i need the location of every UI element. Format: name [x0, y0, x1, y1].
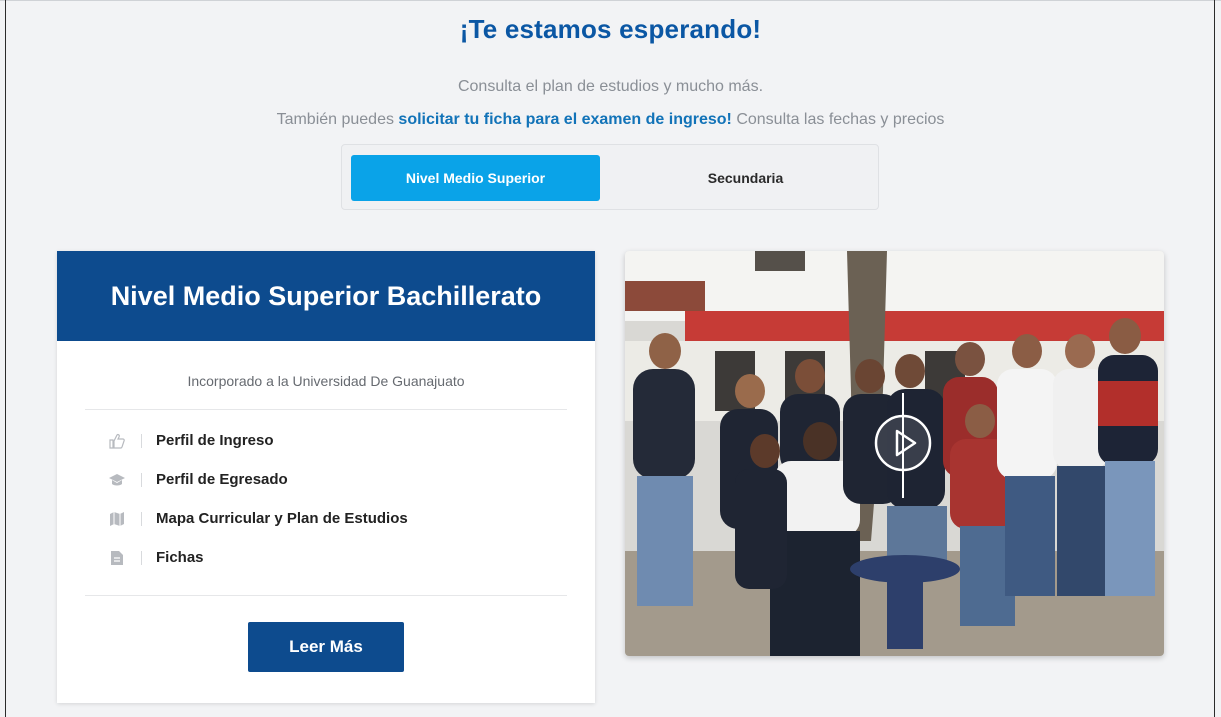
menu-item-label: Perfil de Ingreso [156, 432, 274, 449]
page-heading: ¡Te estamos esperando! [459, 14, 762, 44]
request-ficha-link[interactable]: solicitar tu ficha para el examen de ing… [398, 111, 731, 128]
divider-top [85, 409, 567, 410]
menu-item-fichas[interactable]: Fichas [107, 538, 547, 577]
map-icon [107, 509, 127, 529]
read-more-button[interactable]: Leer Más [248, 622, 404, 672]
thumbs-up-icon [107, 431, 127, 451]
separator [141, 472, 142, 487]
separator [141, 550, 142, 565]
menu-item-label: Perfil de Egresado [156, 471, 288, 488]
tab-secundaria[interactable]: Secundaria [621, 155, 870, 201]
divider-bottom [85, 595, 567, 596]
separator [141, 511, 142, 526]
graduation-cap-icon [107, 470, 127, 490]
intro-line-2-before: También puedes [276, 111, 399, 128]
right-border [1214, 0, 1215, 717]
level-tabs: Nivel Medio Superior Secundaria [341, 144, 879, 210]
intro-line-1: Consulta el plan de estudios y mucho más… [457, 78, 764, 95]
card-subtitle: Incorporado a la Universidad De Guanajua… [187, 373, 465, 389]
separator [141, 433, 142, 448]
program-menu: Perfil de Ingreso Perfil de Egresado Map… [107, 421, 547, 577]
document-icon [107, 548, 127, 568]
program-card: Nivel Medio Superior Bachillerato Incorp… [57, 251, 595, 703]
tab-nivel-medio-superior[interactable]: Nivel Medio Superior [351, 155, 600, 201]
top-border [0, 0, 1221, 1]
menu-item-mapa-curricular[interactable]: Mapa Curricular y Plan de Estudios [107, 499, 547, 538]
video-thumbnail[interactable] [625, 251, 1164, 656]
menu-item-perfil-ingreso[interactable]: Perfil de Ingreso [107, 421, 547, 460]
intro-line-2-after: Consulta las fechas y precios [731, 111, 945, 128]
cursor-line [902, 393, 904, 498]
card-title: Nivel Medio Superior Bachillerato [57, 251, 595, 341]
menu-item-label: Fichas [156, 549, 204, 566]
menu-item-label: Mapa Curricular y Plan de Estudios [156, 510, 408, 527]
left-border [5, 0, 6, 717]
menu-item-perfil-egresado[interactable]: Perfil de Egresado [107, 460, 547, 499]
intro-line-2: También puedes solicitar tu ficha para e… [0, 111, 1221, 129]
